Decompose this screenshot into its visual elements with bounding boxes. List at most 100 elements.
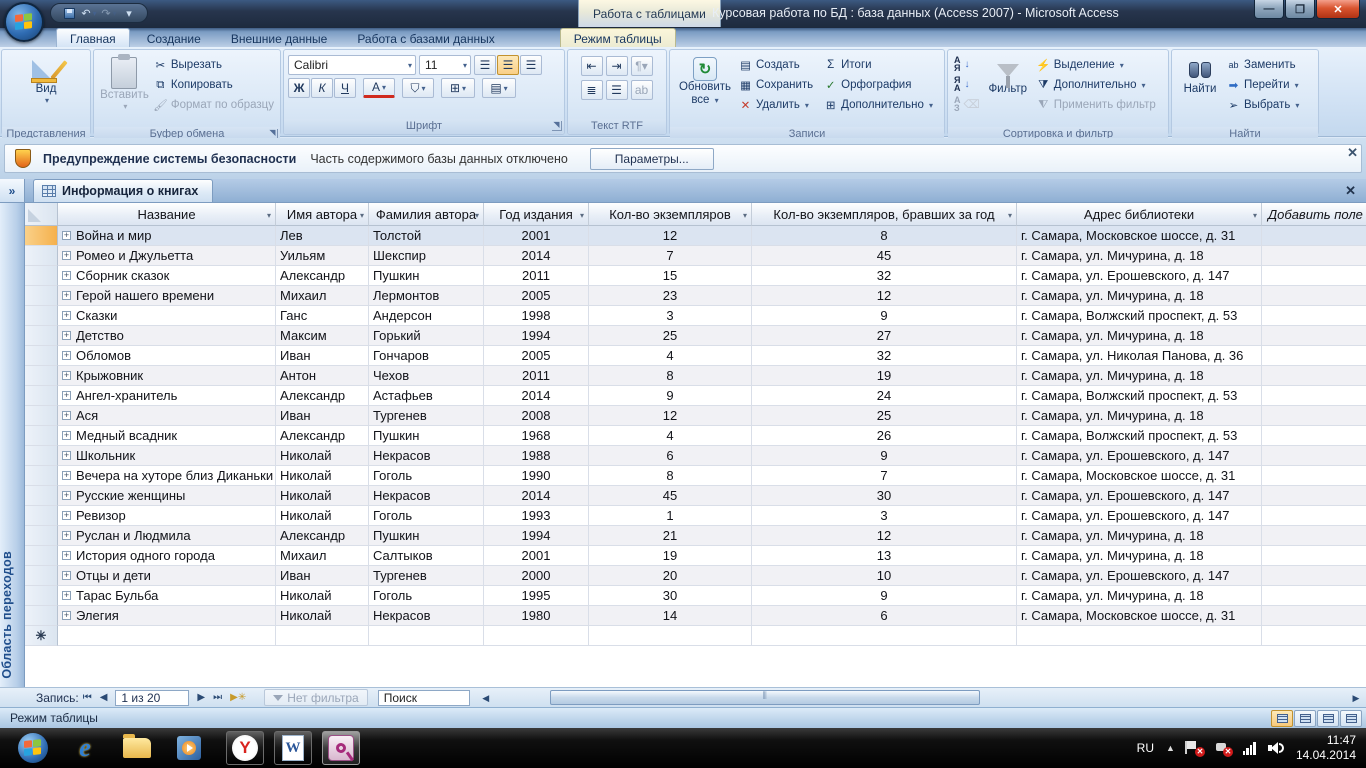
cell-borrowed[interactable]: 9 [752, 586, 1017, 606]
row-selector[interactable] [25, 426, 58, 446]
expand-record-icon[interactable]: + [62, 231, 71, 240]
cell-first-name[interactable]: Иван [276, 346, 369, 366]
cell-year[interactable]: 1990 [484, 466, 589, 486]
cell-address[interactable]: г. Самара, Московское шоссе, д. 31 [1017, 466, 1262, 486]
cut-button[interactable]: ✂ Вырезать [151, 55, 276, 75]
row-selector[interactable] [25, 546, 58, 566]
cell-year[interactable]: 1993 [484, 506, 589, 526]
table-row[interactable]: + Ася Иван Тургенев 2008 12 25 г. Самара,… [25, 406, 1366, 426]
column-header-copies[interactable]: Кол-во экземпляров ▾ [589, 203, 752, 226]
expand-record-icon[interactable]: + [62, 531, 71, 540]
cell-year[interactable]: 2014 [484, 386, 589, 406]
table-row[interactable]: + Ревизор Николай Гоголь 1993 1 3 г. Сама… [25, 506, 1366, 526]
cell-last-name[interactable]: Тургенев [369, 566, 484, 586]
row-selector[interactable] [25, 446, 58, 466]
expand-record-icon[interactable]: + [62, 551, 71, 560]
refresh-all-button[interactable]: ↻ Обновить все ▾ [674, 53, 736, 127]
advanced-filter-button[interactable]: ⧩ Дополнительно ▾ [1034, 75, 1158, 95]
pivot-table-view-button[interactable] [1294, 709, 1316, 727]
paragraph-direction-button[interactable]: ¶▾ [630, 56, 653, 76]
expand-record-icon[interactable]: + [62, 431, 71, 440]
close-button[interactable]: ✕ [1316, 0, 1360, 19]
cell-name[interactable]: + История одного города [58, 546, 276, 566]
cell-year[interactable]: 1980 [484, 606, 589, 626]
new-record-cell[interactable] [58, 626, 276, 646]
cell-empty[interactable] [1262, 306, 1366, 326]
format-painter-button[interactable]: 🖌 Формат по образцу [151, 95, 276, 115]
delete-record-button[interactable]: ✕ Удалить ▾ [736, 95, 815, 115]
expand-record-icon[interactable]: + [62, 591, 71, 600]
cell-empty[interactable] [1262, 326, 1366, 346]
column-header-add-field[interactable]: Добавить поле [1262, 203, 1366, 226]
cell-last-name[interactable]: Пушкин [369, 426, 484, 446]
expand-record-icon[interactable]: + [62, 251, 71, 260]
tab-rabota-s-bazami[interactable]: Работа с базами данных [344, 28, 507, 47]
cell-first-name[interactable]: Александр [276, 426, 369, 446]
tab-sozdanie[interactable]: Создание [134, 28, 214, 47]
cell-name[interactable]: + Ася [58, 406, 276, 426]
cell-borrowed[interactable]: 12 [752, 526, 1017, 546]
minimize-button[interactable]: — [1254, 0, 1284, 19]
expand-record-icon[interactable]: + [62, 371, 71, 380]
cell-address[interactable]: г. Самара, ул. Мичурина, д. 18 [1017, 546, 1262, 566]
cell-copies[interactable]: 9 [589, 386, 752, 406]
cell-empty[interactable] [1262, 606, 1366, 626]
cell-first-name[interactable]: Александр [276, 266, 369, 286]
font-size-combo[interactable]: 11 ▾ [419, 55, 471, 75]
cell-copies[interactable]: 1 [589, 506, 752, 526]
gridlines-button[interactable]: ⊞ ▾ [441, 78, 475, 98]
column-header-address[interactable]: Адрес библиотеки ▾ [1017, 203, 1262, 226]
row-selector[interactable] [25, 366, 58, 386]
cell-address[interactable]: г. Самара, Московское шоссе, д. 31 [1017, 226, 1262, 246]
toggle-filter-button[interactable]: ⧨ Применить фильтр [1034, 95, 1158, 115]
table-row[interactable]: + Тарас Бульба Николай Гоголь 1995 30 9 г… [25, 586, 1366, 606]
expand-record-icon[interactable]: + [62, 351, 71, 360]
new-blank-record-icon[interactable]: ▶✳ [226, 692, 250, 703]
cell-first-name[interactable]: Максим [276, 326, 369, 346]
cell-empty[interactable] [1262, 266, 1366, 286]
cell-borrowed[interactable]: 19 [752, 366, 1017, 386]
fill-color-button[interactable]: ⛉ ▾ [402, 78, 434, 98]
table-row[interactable]: + Отцы и дети Иван Тургенев 2000 20 10 г.… [25, 566, 1366, 586]
cell-last-name[interactable]: Чехов [369, 366, 484, 386]
cell-year[interactable]: 2001 [484, 546, 589, 566]
table-row[interactable]: + Детство Максим Горький 1994 25 27 г. Са… [25, 326, 1366, 346]
cell-last-name[interactable]: Тургенев [369, 406, 484, 426]
language-indicator[interactable]: RU [1137, 741, 1154, 755]
new-record-button[interactable]: ▤ Создать [736, 55, 815, 75]
cell-address[interactable]: г. Самара, ул. Мичурина, д. 18 [1017, 366, 1262, 386]
goto-button[interactable]: ➡ Перейти ▾ [1224, 75, 1301, 95]
cell-last-name[interactable]: Гоголь [369, 586, 484, 606]
row-selector[interactable] [25, 406, 58, 426]
cell-empty[interactable] [1262, 546, 1366, 566]
new-record-cell[interactable] [752, 626, 1017, 646]
cell-borrowed[interactable]: 26 [752, 426, 1017, 446]
cell-address[interactable]: г. Самара, ул. Мичурина, д. 18 [1017, 586, 1262, 606]
cell-last-name[interactable]: Салтыков [369, 546, 484, 566]
design-view-button[interactable] [1340, 709, 1362, 727]
font-family-combo[interactable]: Calibri ▾ [288, 55, 416, 75]
cell-year[interactable]: 1994 [484, 526, 589, 546]
cell-last-name[interactable]: Андерсон [369, 306, 484, 326]
cell-borrowed[interactable]: 45 [752, 246, 1017, 266]
cell-first-name[interactable]: Иван [276, 566, 369, 586]
cell-first-name[interactable]: Александр [276, 526, 369, 546]
cell-name[interactable]: + Отцы и дети [58, 566, 276, 586]
row-selector[interactable] [25, 526, 58, 546]
cell-name[interactable]: + Крыжовник [58, 366, 276, 386]
expand-record-icon[interactable]: + [62, 411, 71, 420]
cell-address[interactable]: г. Самара, Волжский проспект, д. 53 [1017, 426, 1262, 446]
cell-borrowed[interactable]: 10 [752, 566, 1017, 586]
cell-name[interactable]: + Сказки [58, 306, 276, 326]
cell-address[interactable]: г. Самара, Волжский проспект, д. 53 [1017, 306, 1262, 326]
cell-year[interactable]: 2011 [484, 266, 589, 286]
cell-borrowed[interactable]: 30 [752, 486, 1017, 506]
record-position-box[interactable]: 1 из 20 [115, 689, 190, 706]
font-color-button[interactable]: А ▾ [363, 78, 395, 98]
row-selector[interactable] [25, 246, 58, 266]
row-selector[interactable] [25, 386, 58, 406]
row-selector[interactable] [25, 346, 58, 366]
cell-borrowed[interactable]: 13 [752, 546, 1017, 566]
italic-button[interactable]: К [311, 78, 333, 98]
new-record-row[interactable]: ✳ [25, 626, 1366, 646]
